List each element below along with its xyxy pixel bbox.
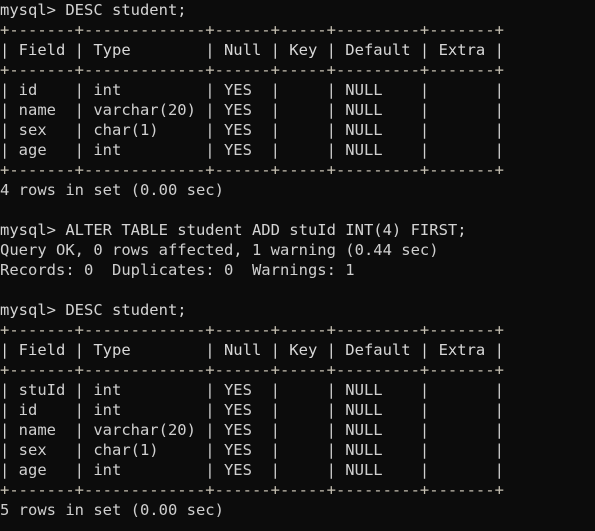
terminal-line-3: +-------+-------------+------+-----+----… <box>0 61 504 79</box>
terminal-line-5: | name | varchar(20) | YES | | NULL | | <box>0 101 504 119</box>
terminal-line-1: +-------+-------------+------+-----+----… <box>0 21 504 39</box>
terminal-line-9: 4 rows in set (0.00 sec) <box>0 181 224 199</box>
terminal-line-10 <box>0 200 595 220</box>
terminal-line-23: | age | int | YES | | NULL | | <box>0 461 504 479</box>
terminal-line-12: Query OK, 0 rows affected, 1 warning (0.… <box>0 241 439 259</box>
terminal-line-16: +-------+-------------+------+-----+----… <box>0 321 504 339</box>
terminal-line-13: Records: 0 Duplicates: 0 Warnings: 1 <box>0 261 355 279</box>
terminal-line-11: mysql> ALTER TABLE student ADD stuId INT… <box>0 221 467 239</box>
terminal-line-18: +-------+-------------+------+-----+----… <box>0 361 504 379</box>
terminal-line-21: | name | varchar(20) | YES | | NULL | | <box>0 421 504 439</box>
terminal-line-17: | Field | Type | Null | Key | Default | … <box>0 341 504 359</box>
terminal-line-25: 5 rows in set (0.00 sec) <box>0 501 224 519</box>
terminal-line-2: | Field | Type | Null | Key | Default | … <box>0 41 504 59</box>
terminal-line-22: | sex | char(1) | YES | | NULL | | <box>0 441 504 459</box>
terminal-line-15: mysql> DESC student; <box>0 301 187 319</box>
terminal-line-14 <box>0 280 595 300</box>
terminal-line-24: +-------+-------------+------+-----+----… <box>0 481 504 499</box>
terminal-line-20: | id | int | YES | | NULL | | <box>0 401 504 419</box>
mysql-terminal[interactable]: mysql> DESC student; +-------+-----------… <box>0 0 595 531</box>
terminal-line-0: mysql> DESC student; <box>0 1 187 19</box>
terminal-line-8: +-------+-------------+------+-----+----… <box>0 161 504 179</box>
terminal-line-4: | id | int | YES | | NULL | | <box>0 81 504 99</box>
terminal-line-7: | age | int | YES | | NULL | | <box>0 141 504 159</box>
terminal-line-6: | sex | char(1) | YES | | NULL | | <box>0 121 504 139</box>
terminal-line-19: | stuId | int | YES | | NULL | | <box>0 381 504 399</box>
